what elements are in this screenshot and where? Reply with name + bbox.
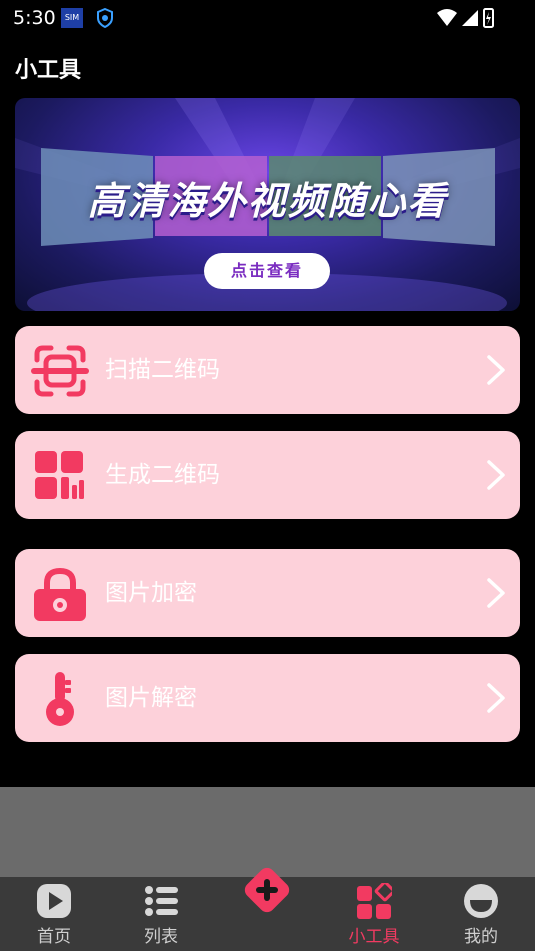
tool-card-image-decrypt[interactable]: 图片解密 (15, 654, 520, 742)
tab-profile[interactable]: 我的 (441, 877, 521, 951)
tool-card-scan-qr[interactable]: 扫描二维码 (15, 326, 520, 414)
tab-list[interactable]: 列表 (121, 877, 201, 951)
key-icon (46, 672, 74, 726)
qr-code-icon (35, 451, 84, 499)
tab-label: 小工具 (348, 927, 400, 947)
tab-tools[interactable]: 小工具 (334, 877, 414, 951)
banner-headline: 高清海外视频随心看 (87, 179, 448, 223)
status-time: 5:30 (13, 7, 56, 29)
tool-label: 扫描二维码 (105, 357, 220, 383)
wifi-icon (437, 9, 457, 26)
signal-icon (462, 10, 478, 26)
page-title: 小工具 (15, 58, 82, 83)
tool-label: 图片解密 (105, 685, 197, 711)
play-icon (37, 884, 71, 918)
scan-qr-icon (31, 345, 89, 397)
lock-icon (34, 567, 86, 621)
tool-label: 图片加密 (105, 580, 197, 606)
add-fab-button[interactable] (239, 862, 295, 918)
tools-grid-icon (357, 883, 392, 919)
tool-label: 生成二维码 (105, 462, 220, 488)
tool-card-generate-qr[interactable]: 生成二维码 (15, 431, 520, 519)
tab-label: 列表 (144, 927, 178, 947)
sim-card-icon: SIM (61, 8, 83, 28)
chevron-right-icon (487, 683, 505, 713)
promo-banner[interactable]: 高清海外视频随心看 点击查看 (15, 98, 520, 311)
tab-label: 我的 (464, 927, 498, 947)
view-now-button[interactable]: 点击查看 (204, 253, 330, 289)
tool-card-image-encrypt[interactable]: 图片加密 (15, 549, 520, 637)
list-icon (145, 886, 178, 916)
system-status-icons (437, 8, 494, 28)
status-bar: 5:30 SIM (0, 0, 535, 36)
chevron-right-icon (487, 355, 505, 385)
tab-label: 首页 (37, 927, 71, 947)
chevron-right-icon (487, 460, 505, 490)
shield-icon (97, 8, 113, 28)
tab-home[interactable]: 首页 (14, 877, 94, 951)
profile-icon (464, 884, 498, 918)
chevron-right-icon (487, 578, 505, 608)
